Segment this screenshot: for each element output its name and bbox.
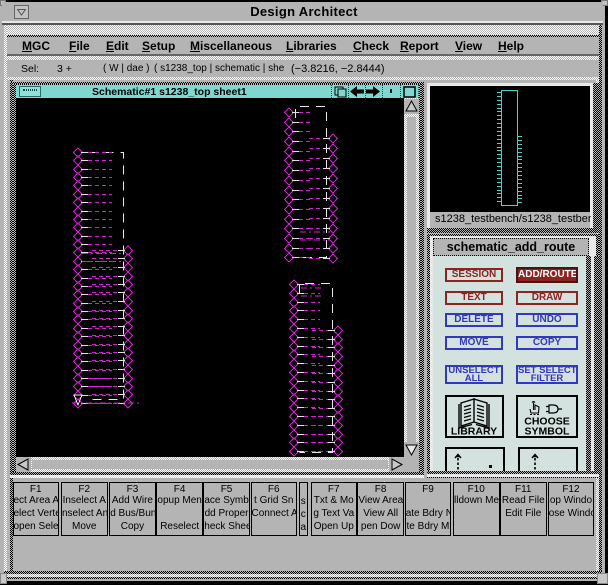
svg-text:SYMBOL: SYMBOL (525, 426, 571, 437)
svg-text:LIBRARY: LIBRARY (451, 426, 497, 437)
